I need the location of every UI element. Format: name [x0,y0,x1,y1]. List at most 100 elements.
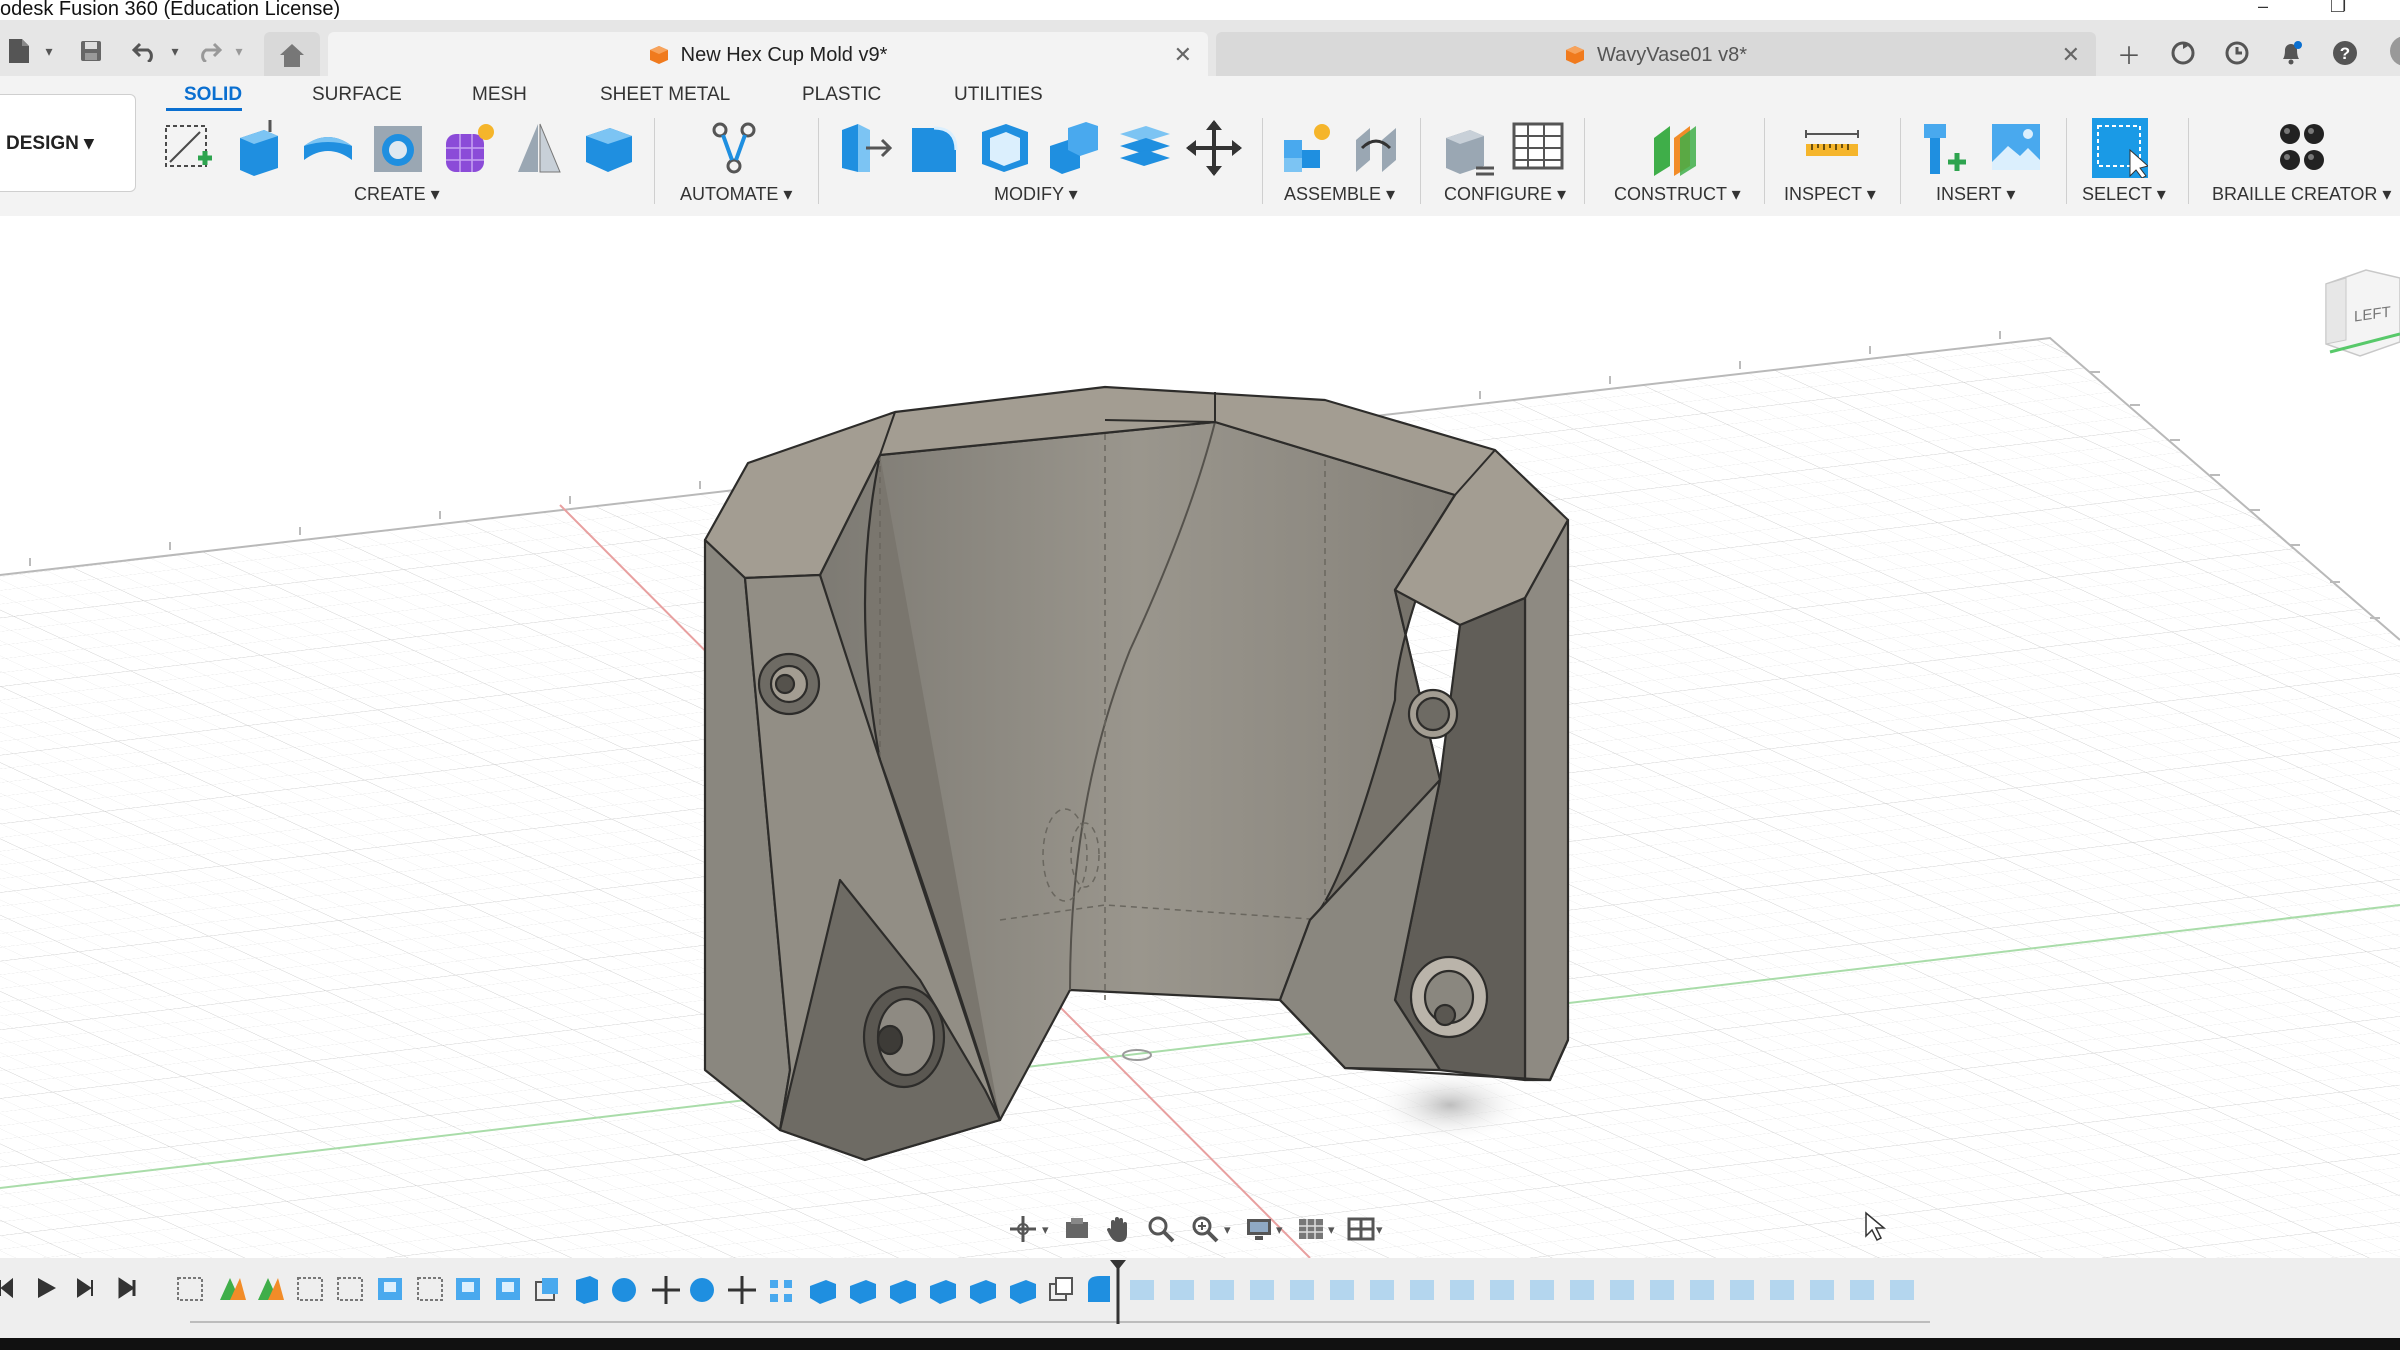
plus-icon[interactable]: ＋ [2114,38,2144,70]
create-menu[interactable]: CREATE ▾ [354,184,440,205]
component-cube-icon [649,46,668,64]
help-icon[interactable]: ? [2330,38,2360,68]
create-sketch-icon[interactable] [160,118,216,178]
divider [2188,118,2189,204]
tab-sheet-metal[interactable]: SHEET METAL [600,84,730,106]
split-body-icon[interactable] [1116,118,1172,178]
window-bottom-edge [0,1338,2400,1350]
zoom-chevron-icon[interactable]: ▾ [1224,1222,1231,1238]
tab-solid[interactable]: SOLID [184,84,242,106]
construct-menu[interactable]: CONSTRUCT ▾ [1614,184,1741,205]
timeline-marker[interactable] [1110,1260,1126,1324]
file-menu-chevron-icon[interactable]: ▾ [34,36,64,66]
pan-hand-icon[interactable] [1102,1212,1136,1246]
divider [1262,118,1263,204]
modify-menu[interactable]: MODIFY ▾ [994,184,1078,205]
tab-wavy-vase[interactable]: WavyVase01 v8* ✕ [1216,32,2096,78]
configure-icon[interactable] [1440,118,1496,178]
minimize-button[interactable]: – [2258,0,2268,17]
box-icon[interactable] [580,118,636,178]
zoom-icon[interactable] [1144,1212,1178,1246]
play-icon [38,1278,56,1298]
configure-menu[interactable]: CONFIGURE ▾ [1444,184,1566,205]
alignment-hole [757,652,821,716]
joint-icon[interactable] [1348,118,1404,178]
window-title: odesk Fusion 360 (Education License) [0,0,341,20]
fillet-icon[interactable] [906,118,962,178]
tab-surface[interactable]: SURFACE [312,84,402,106]
configuration-table-icon[interactable] [1510,118,1566,178]
tab-new-hex-cup-mold[interactable]: New Hex Cup Mold v9* ✕ [328,32,1208,78]
press-pull-icon[interactable] [836,118,892,178]
automate-menu[interactable]: AUTOMATE ▾ [680,184,792,205]
alignment-pin [1407,688,1459,740]
undo-chevron-icon[interactable]: ▾ [160,36,190,66]
form-icon[interactable] [440,118,496,178]
orbit-chevron-icon[interactable]: ▾ [1042,1222,1049,1238]
automate-icon[interactable] [706,118,762,178]
extrude-icon[interactable] [230,118,286,178]
divider [1420,118,1421,204]
new-component-icon[interactable] [1278,118,1334,178]
select-icon[interactable] [2092,118,2148,178]
divider [818,118,819,204]
divider [1764,118,1765,204]
insert-derive-icon[interactable] [1918,118,1974,178]
assemble-menu[interactable]: ASSEMBLE ▾ [1284,184,1395,205]
zoom-window-icon[interactable] [1188,1212,1222,1246]
combine-icon[interactable] [1046,118,1102,178]
home-icon[interactable] [264,32,320,78]
mirror-icon[interactable] [510,118,566,178]
braille-creator-menu[interactable]: BRAILLE CREATOR ▾ [2212,184,2391,205]
tab-label: New Hex Cup Mold v9* [680,43,888,66]
redo-chevron-icon[interactable]: ▾ [224,36,254,66]
grid-chevron-icon[interactable]: ▾ [1328,1222,1335,1238]
display-settings-icon[interactable] [1242,1212,1276,1246]
divider [654,118,655,204]
look-at-icon[interactable] [1060,1212,1094,1246]
insert-canvas-icon[interactable] [1988,118,2044,178]
title-bar: odesk Fusion 360 (Education License) – ❐ [0,0,2400,20]
undo-icon[interactable] [130,36,160,66]
display-chevron-icon[interactable]: ▾ [1276,1222,1283,1238]
viewports-chevron-icon[interactable]: ▾ [1376,1222,1383,1238]
svg-text:?: ? [2340,44,2350,63]
component-cube-icon [1565,46,1584,64]
timeline-feature-icons [177,1276,1110,1304]
alignment-hole [862,985,946,1089]
divider [2066,118,2067,204]
save-icon[interactable] [76,36,106,66]
tab-mesh[interactable]: MESH [472,84,527,106]
measure-icon[interactable] [1804,118,1860,178]
tab-utilities[interactable]: UTILITIES [954,84,1043,106]
offset-plane-icon[interactable] [1648,118,1704,178]
file-icon[interactable] [4,36,34,66]
orbit-icon[interactable] [1006,1212,1040,1246]
active-tab-indicator [166,108,242,111]
inspect-menu[interactable]: INSPECT ▾ [1784,184,1876,205]
close-tab-icon[interactable]: ✕ [2062,42,2080,68]
grid-settings-icon[interactable] [1294,1212,1328,1246]
viewcube[interactable]: LEFT [2316,264,2400,364]
revolve-icon[interactable] [300,118,356,178]
viewports-icon[interactable] [1344,1212,1378,1246]
playback-controls [0,1277,136,1299]
restore-button[interactable]: ❐ [2330,0,2346,17]
redo-icon[interactable] [194,36,224,66]
sync-icon[interactable] [2168,38,2198,68]
bell-icon[interactable] [2276,38,2306,68]
hole-icon[interactable] [370,118,426,178]
braille-icon[interactable] [2274,118,2330,178]
workspace-switcher[interactable]: DESIGN ▾ [0,94,136,192]
model-canvas[interactable] [0,216,2400,1258]
move-icon[interactable] [1186,118,1242,178]
tab-plastic[interactable]: PLASTIC [802,84,881,106]
select-menu[interactable]: SELECT ▾ [2082,184,2166,205]
clock-icon[interactable] [2222,38,2252,68]
shell-icon[interactable] [976,118,1032,178]
insert-menu[interactable]: INSERT ▾ [1936,184,2015,205]
close-tab-icon[interactable]: ✕ [1174,42,1192,68]
canvas-viewport[interactable]: LEFT [0,216,2400,1258]
timeline-bar [0,1258,2400,1338]
timeline-features[interactable] [0,1258,2400,1338]
